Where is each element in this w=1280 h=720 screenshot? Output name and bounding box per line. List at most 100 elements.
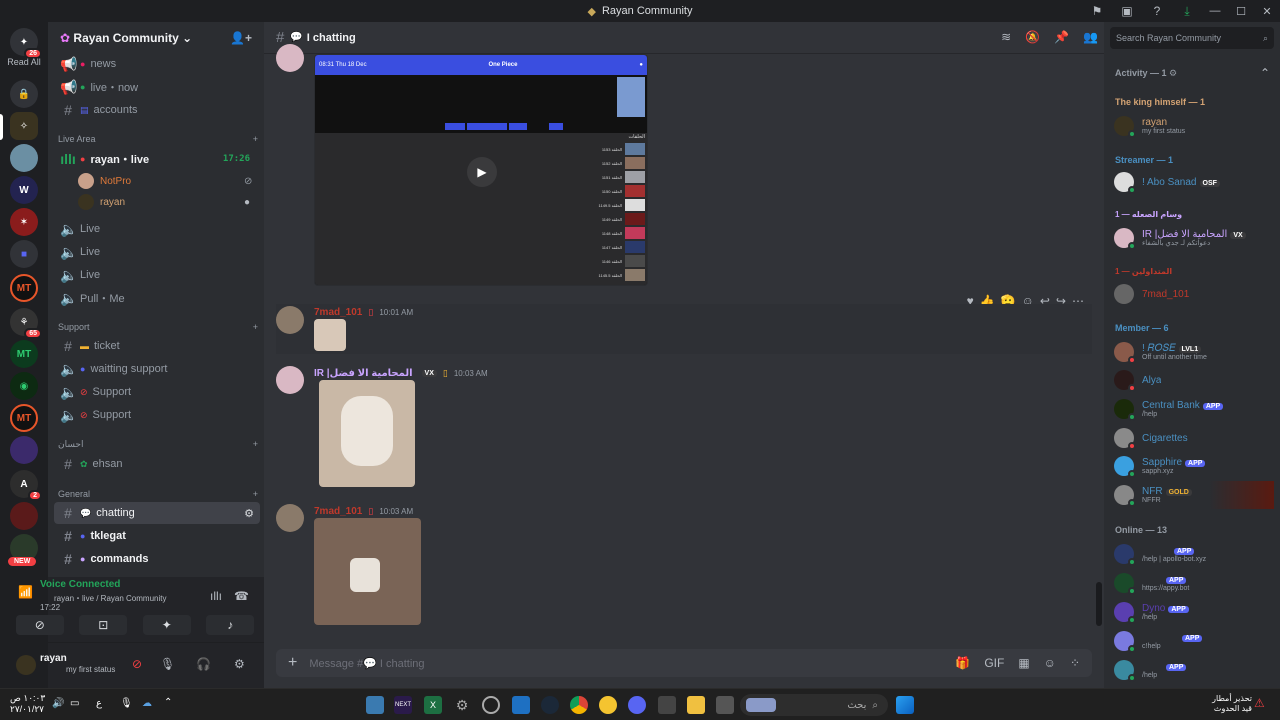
sticker-icon[interactable]: ▦ xyxy=(1018,656,1029,670)
user-name[interactable]: rayan xyxy=(40,653,67,664)
voice-user-rayan[interactable]: rayan ● xyxy=(78,192,250,212)
server-8[interactable]: A2 xyxy=(10,470,42,501)
network-icon[interactable]: ▭ xyxy=(70,698,79,709)
category-live-area[interactable]: Live Area + xyxy=(58,134,258,144)
disconnect-icon[interactable]: ☎ xyxy=(234,589,249,603)
member-row[interactable]: Central Bank APP/help xyxy=(1114,395,1274,423)
microphone-icon[interactable]: 🎙 xyxy=(120,698,133,709)
message[interactable]: 7mad_101 ▯ 10:01 AM xyxy=(276,304,1092,354)
taskbar-app-github[interactable] xyxy=(482,696,500,714)
inbox-icon[interactable]: ⚑ xyxy=(1082,4,1112,18)
avatar[interactable] xyxy=(276,504,304,532)
channel-support-2[interactable]: 🔈 ⊘ Support xyxy=(54,404,260,426)
threads-icon[interactable]: ≋ xyxy=(1001,30,1011,44)
voice-location[interactable]: rayan・live / Rayan Community xyxy=(54,593,166,604)
server-mt-3[interactable]: MT xyxy=(10,404,38,432)
invite-icon[interactable]: 👤+ xyxy=(230,31,252,45)
member-row[interactable]: Sapphire APP sapph.xyz xyxy=(1114,452,1274,480)
activities-button[interactable]: ✦ xyxy=(142,615,191,635)
warning-icon[interactable]: ⚠ xyxy=(1254,696,1265,710)
taskbar-app-settings[interactable]: ⚙ xyxy=(453,696,471,714)
add-channel-icon[interactable]: + xyxy=(253,489,258,499)
message-author[interactable]: IR |المحامية الا فضل xyxy=(314,368,413,379)
add-channel-icon[interactable]: + xyxy=(253,322,258,332)
member-row[interactable]: NFR GOLD NFFR xyxy=(1114,481,1274,509)
server-4[interactable]: ✶ xyxy=(10,208,38,236)
member-row[interactable]: ! 𝑅𝑂𝑆𝐸 LVL1 Off until another time xyxy=(1114,338,1274,366)
search-input[interactable]: Search Rayan Community ⌕ xyxy=(1110,27,1274,49)
start-button[interactable] xyxy=(896,696,914,714)
read-all-button[interactable]: Read All xyxy=(2,57,46,67)
member-row[interactable]: Cigarettes xyxy=(1114,424,1274,452)
attach-plus-icon[interactable]: + xyxy=(288,654,297,672)
avatar[interactable] xyxy=(276,306,304,334)
guild-header[interactable]: ✿ Rayan Community ⌄ 👤+ xyxy=(48,22,264,54)
channel-ehsan[interactable]: # ✿ ehsan xyxy=(54,453,260,475)
user-avatar[interactable] xyxy=(16,655,36,675)
member-list-icon[interactable]: 👥 xyxy=(1083,30,1098,44)
server-3[interactable]: W xyxy=(10,176,38,204)
mic-icon[interactable]: 🎙 xyxy=(160,657,175,671)
channel-live-now[interactable]: 📢 ● live・now xyxy=(54,76,260,98)
avatar[interactable] xyxy=(276,366,304,394)
screen-share-button[interactable]: ⊡ xyxy=(79,615,128,635)
add-channel-icon[interactable]: + xyxy=(253,439,258,450)
taskbar-app-excel[interactable]: X xyxy=(424,696,442,714)
weather-widget[interactable]: تحذير أمطار قيد الحدوث xyxy=(1200,694,1252,715)
channel-news[interactable]: 📢 ● news xyxy=(54,53,260,75)
voice-channel-live-2[interactable]: 🔈 Live xyxy=(54,241,260,263)
maximize-button[interactable]: ☐ xyxy=(1228,5,1254,18)
screen-icon[interactable]: ▣ xyxy=(1112,4,1142,18)
server-rayan[interactable]: ✧ xyxy=(10,112,38,140)
gif-icon[interactable]: GIF xyxy=(984,656,1004,670)
message-author[interactable]: 7mad_101 xyxy=(314,506,362,517)
taskbar-app-1[interactable] xyxy=(366,696,384,714)
settings-icon[interactable]: ⚙ xyxy=(244,507,254,520)
member-row[interactable]: APP https://appy.bot xyxy=(1114,569,1274,597)
activity-header[interactable]: Activity — 1 ⚙ xyxy=(1115,68,1177,79)
server-mt-2[interactable]: MT xyxy=(10,340,38,368)
server-mt-1[interactable]: MT xyxy=(10,274,38,302)
embed-image[interactable]: 08:31 Thu 18 Dec One Piece ● الحلقات الح… xyxy=(314,54,648,286)
voice-channel-pull-me[interactable]: 🔈 Pull・Me xyxy=(54,287,260,309)
channel-waitting-support[interactable]: 🔈 ● waitting support xyxy=(54,358,260,380)
tray-app-icon[interactable]: ☁ xyxy=(142,698,152,709)
scrollbar[interactable] xyxy=(1096,582,1102,626)
message-author[interactable]: 7mad_101 xyxy=(314,307,362,318)
home-button[interactable]: ✦ 26 xyxy=(10,28,42,59)
channel-support-1[interactable]: 🔈 ⊘ Support xyxy=(54,381,260,403)
voice-channel-live-3[interactable]: 🔈 Live xyxy=(54,264,260,286)
taskbar-search[interactable]: بحث ⌕ xyxy=(740,694,888,716)
server-folder[interactable]: ■ xyxy=(10,240,38,268)
deafen-icon[interactable]: ⊘ xyxy=(132,657,142,671)
voice-status[interactable]: Voice Connected xyxy=(40,579,120,590)
member-row[interactable]: Alya xyxy=(1114,366,1274,394)
voice-user-notpro[interactable]: NotPro ⊘ xyxy=(78,171,252,191)
language-indicator[interactable]: ع xyxy=(96,698,102,709)
headphones-icon[interactable]: 🎧 xyxy=(196,657,211,671)
member-row[interactable]: 7mad_101 xyxy=(1114,280,1274,308)
volume-icon[interactable]: 🔊 xyxy=(52,698,64,709)
soundboard-button[interactable]: ♪ xyxy=(206,615,255,635)
taskbar-app-4[interactable] xyxy=(716,696,734,714)
collapse-icon[interactable]: ⌃ xyxy=(1260,66,1270,80)
add-channel-icon[interactable]: + xyxy=(253,134,258,144)
taskbar-clock[interactable]: ١٠:٠٣ ص ٢٧/٠١/٢٧ xyxy=(10,693,45,716)
message-composer[interactable]: + Message #💬 I chatting 🎁 GIF ▦ ☺ ⁘ xyxy=(276,649,1092,677)
message-image-child[interactable] xyxy=(314,518,421,625)
channel-tklegat[interactable]: # ● tklegat xyxy=(54,525,260,547)
server-lock[interactable]: 🔒 xyxy=(10,80,38,108)
notification-bell-icon[interactable]: 🔕 xyxy=(1025,30,1040,44)
message-image-cat[interactable] xyxy=(319,380,415,487)
message-image[interactable] xyxy=(314,319,346,351)
server-2[interactable] xyxy=(10,144,38,172)
server-9[interactable] xyxy=(10,502,38,530)
gift-icon[interactable]: 🎁 xyxy=(955,656,970,670)
member-row[interactable]: Dyno APP/help xyxy=(1114,598,1274,626)
channel-ticket[interactable]: # ▬ ticket xyxy=(54,335,260,357)
member-row[interactable]: ! Abo Sanad OSF xyxy=(1114,168,1274,196)
camera-off-button[interactable]: ⊘ xyxy=(15,615,64,635)
server-6[interactable]: ◉ xyxy=(10,372,38,400)
member-row[interactable]: IR |المحامية الا فضل VX دعواتكم لـ جدي بال… xyxy=(1114,224,1274,252)
avatar[interactable] xyxy=(276,44,304,72)
